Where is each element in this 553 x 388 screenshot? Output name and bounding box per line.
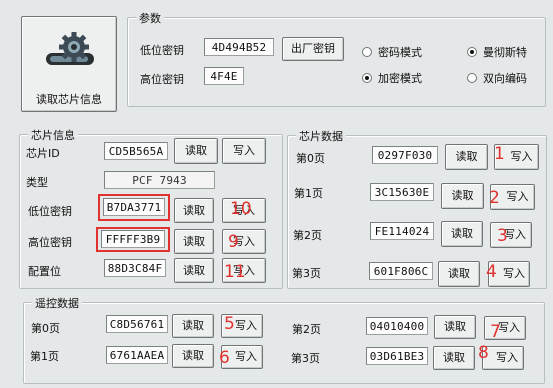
chip-page0-input[interactable]: 0297F030 [372, 146, 438, 164]
read-chip-info-button[interactable]: 读取芯片信息 [21, 16, 117, 112]
annotation-number: 7 [490, 322, 501, 342]
high-key-input[interactable]: 4F4E [204, 67, 244, 85]
low-key-input[interactable]: 4D494B52 [204, 38, 274, 56]
params-group: 参数 [127, 10, 546, 107]
read-label: 读取 [448, 267, 470, 280]
high-key-label: 高位密钥 [140, 73, 184, 86]
chip-page0-read-button[interactable]: 读取 [445, 144, 488, 170]
config-bits-read-button[interactable]: 读取 [174, 258, 214, 283]
radio-dot [467, 47, 477, 57]
remote-page1-input[interactable]: 6761AAEA [106, 346, 168, 364]
read-label: 读取 [183, 235, 205, 248]
chip-id-read-button[interactable]: 读取 [174, 138, 218, 164]
write-label: 写入 [233, 144, 255, 157]
read-label: 读取 [451, 189, 474, 202]
read-label: 读取 [182, 349, 204, 362]
chip-low-key-label: 低位密钥 [28, 205, 72, 218]
annotation-number: 6 [219, 348, 230, 368]
chip-type-value: PCF 7943 [104, 171, 215, 189]
remote-page-label: 第1页 [30, 350, 59, 363]
chip-low-key-read-button[interactable]: 读取 [174, 198, 214, 223]
factory-key-button[interactable]: 出厂密钥 [282, 37, 344, 61]
remote-page3-input[interactable]: 03D61BE3 [366, 347, 428, 365]
write-label: 写入 [496, 351, 518, 364]
annotation-number: 5 [224, 314, 235, 334]
write-label: 写入 [506, 190, 529, 203]
chip-low-key-input[interactable]: B7DA3771 [103, 198, 165, 216]
read-label: 读取 [183, 264, 205, 277]
annotation-number: 11 [224, 262, 246, 282]
remote-page1-read-button[interactable]: 读取 [172, 344, 214, 368]
read-label: 读取 [455, 150, 478, 163]
chip-page1-input[interactable]: 3C15630E [370, 183, 434, 201]
annotation-number: 4 [486, 262, 497, 282]
chip-high-key-read-button[interactable]: 读取 [174, 229, 214, 254]
params-title: 参数 [136, 10, 164, 26]
remote-page2-read-button[interactable]: 读取 [434, 315, 476, 339]
write-label: 写入 [510, 150, 533, 163]
read-chip-info-label: 读取芯片信息 [36, 93, 102, 106]
read-label: 读取 [451, 227, 473, 240]
remote-page2-input[interactable]: 04010400 [366, 317, 428, 335]
remote-page-label: 第3页 [291, 352, 320, 365]
annotation-number: 9 [228, 232, 239, 252]
remote-page0-input[interactable]: C8D56761 [106, 315, 168, 333]
chip-page2-read-button[interactable]: 读取 [441, 221, 483, 247]
annotation-number: 10 [230, 199, 252, 219]
chip-id-write-button[interactable]: 写入 [222, 138, 266, 164]
read-label: 读取 [183, 204, 205, 217]
write-label: 写入 [235, 350, 257, 363]
chip-page-label: 第2页 [293, 229, 322, 242]
radio-bidirectional[interactable]: 双向编码 [467, 70, 527, 86]
low-key-label: 低位密钥 [140, 44, 184, 57]
gear-icon [46, 32, 94, 65]
radio-dot [362, 47, 372, 57]
chip-page1-read-button[interactable]: 读取 [441, 183, 484, 209]
write-label: 写入 [235, 319, 257, 332]
chip-page-label: 第0页 [296, 152, 325, 165]
radio-dot [362, 73, 372, 83]
chip-id-label: 芯片ID [26, 147, 60, 160]
radio-password-mode[interactable]: 密码模式 [362, 44, 422, 60]
remote-page3-read-button[interactable]: 读取 [433, 346, 475, 370]
chip-page2-input[interactable]: FE114024 [370, 222, 434, 240]
chip-page3-input[interactable]: 601F806C [369, 262, 433, 280]
read-label: 读取 [185, 144, 207, 157]
radio-label: 加密模式 [378, 72, 422, 85]
config-bits-input[interactable]: 88D3C84F [104, 259, 166, 277]
write-label: 写入 [503, 267, 525, 280]
chip-type-label: 类型 [26, 176, 48, 189]
read-label: 读取 [182, 319, 204, 332]
factory-key-label: 出厂密钥 [291, 42, 335, 55]
remote-page0-read-button[interactable]: 读取 [172, 314, 214, 338]
radio-label: 曼彻斯特 [483, 46, 527, 59]
chip-data-title: 芯片数据 [296, 128, 346, 144]
radio-label: 密码模式 [378, 46, 422, 59]
remote-page-label: 第2页 [292, 323, 321, 336]
chip-high-key-input[interactable]: FFFFF3B9 [101, 230, 165, 248]
write-label: 写入 [498, 321, 520, 334]
remote-data-title: 遥控数据 [32, 295, 82, 311]
chip-page-label: 第1页 [294, 187, 323, 200]
annotation-number: 8 [478, 343, 489, 363]
radio-encrypt-mode[interactable]: 加密模式 [362, 70, 422, 86]
chip-info-title: 芯片信息 [28, 127, 78, 143]
radio-manchester[interactable]: 曼彻斯特 [467, 44, 527, 60]
chip-page3-read-button[interactable]: 读取 [438, 261, 480, 287]
read-label: 读取 [443, 351, 465, 364]
chip-id-input[interactable]: CD5B565A [104, 142, 168, 160]
config-bits-label: 配置位 [28, 265, 61, 278]
annotation-number: 2 [489, 188, 500, 208]
radio-dot [467, 73, 477, 83]
annotation-number: 1 [494, 144, 505, 164]
radio-label: 双向编码 [483, 72, 527, 85]
annotation-number: 3 [497, 226, 508, 246]
chip-page-label: 第3页 [292, 267, 321, 280]
read-label: 读取 [444, 320, 466, 333]
chip-high-key-label: 高位密钥 [28, 236, 72, 249]
remote-page-label: 第0页 [31, 322, 60, 335]
